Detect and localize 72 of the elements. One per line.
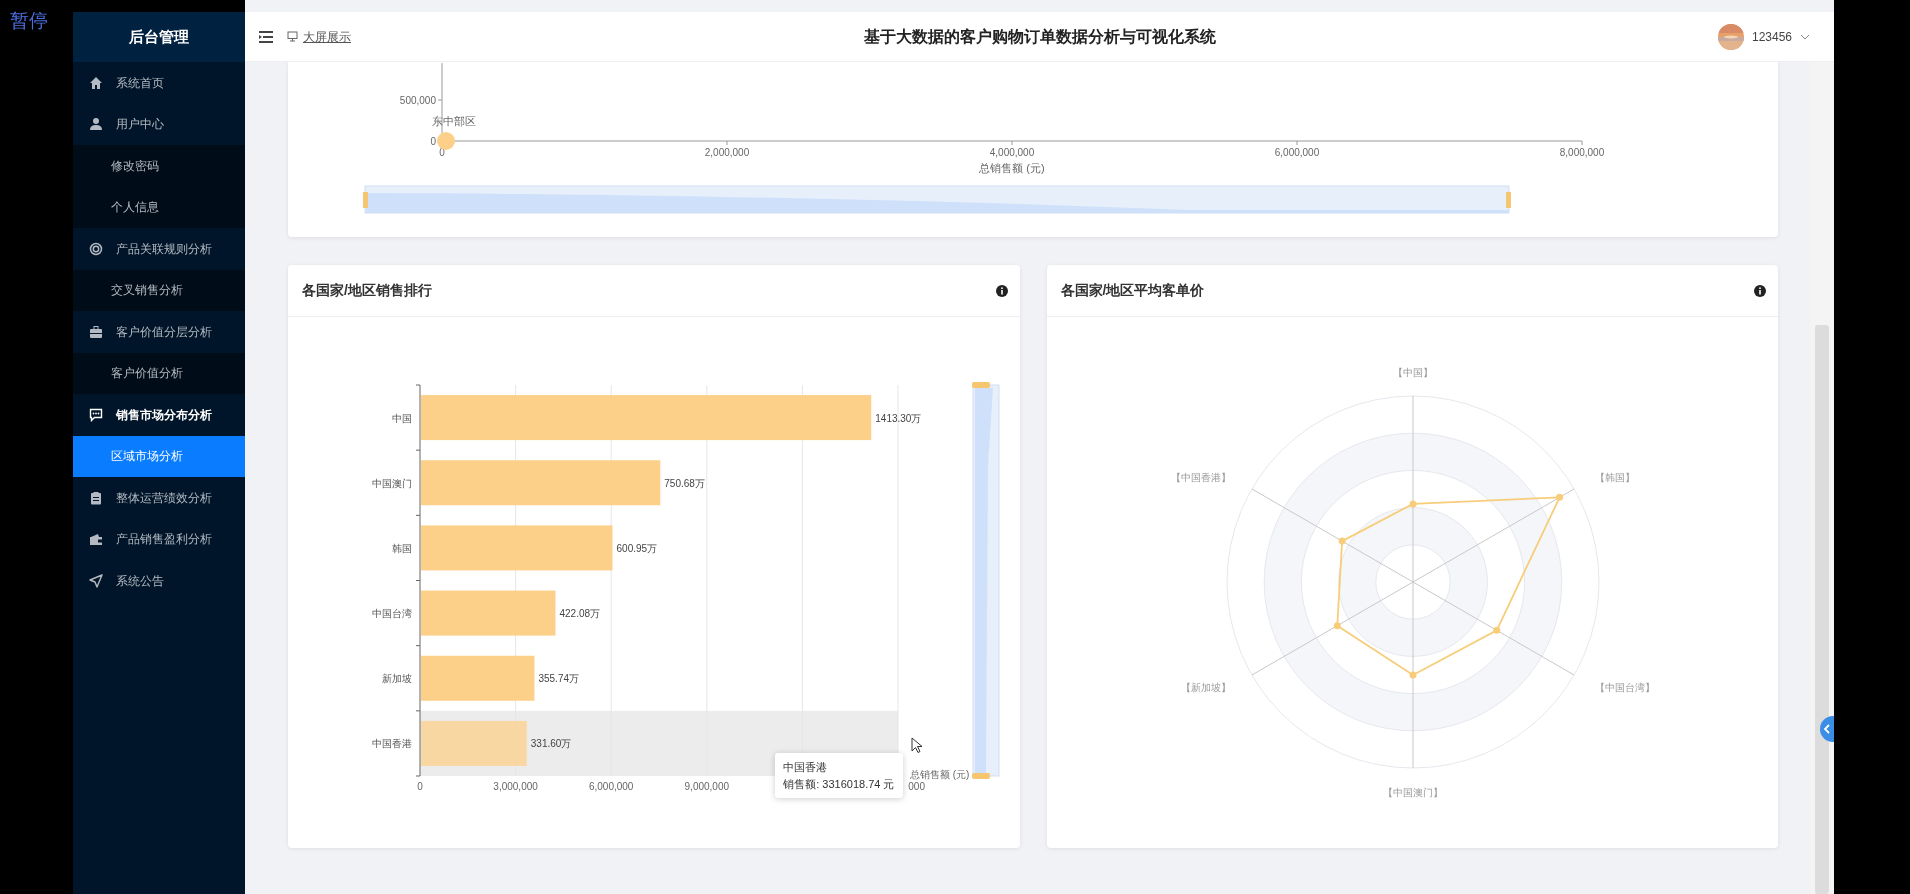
zoom-slider[interactable]	[972, 382, 1000, 779]
axis-label: 6,000,000	[588, 781, 634, 792]
axis-label: 9,000,000	[684, 781, 730, 792]
sidebar-subitem[interactable]: 修改密码	[73, 145, 245, 187]
sidebar-item[interactable]: 客户价值分层分析	[73, 311, 245, 353]
sidebar-item[interactable]: 用户中心	[73, 103, 245, 145]
sidebar-subitem[interactable]: 交叉销售分析	[73, 269, 245, 311]
axis-label: 0	[417, 781, 423, 792]
axis-label: 4,000,000	[989, 147, 1035, 158]
point-label: 东中部区	[432, 115, 476, 127]
category-label: 中国台湾	[372, 608, 412, 620]
screen-link[interactable]: 大屏展示	[287, 27, 351, 46]
sidebar-item[interactable]: 销售市场分布分析	[73, 394, 245, 436]
axis-label: 500,000	[399, 95, 436, 106]
axis-title: 总销售额 (元)	[910, 769, 970, 780]
sidebar-title: 后台管理	[73, 12, 245, 62]
sidebar-subitem[interactable]: 区域市场分析	[73, 435, 245, 477]
sidebar-item[interactable]: 产品关联规则分析	[73, 228, 245, 270]
axis-label: 000	[908, 781, 925, 792]
axis-label: 【中国香港】	[1170, 471, 1231, 483]
category-label: 中国澳门	[372, 477, 412, 489]
user-icon	[89, 117, 103, 132]
category-label: 新加坡	[382, 673, 412, 685]
card-title: 各国家/地区销售排行	[302, 281, 432, 300]
info-icon[interactable]	[995, 284, 1008, 297]
value-label: 422.08万	[559, 608, 601, 620]
category-label: 韩国	[392, 542, 412, 554]
chevron-down-icon[interactable]	[1800, 33, 1810, 40]
ring-icon	[89, 241, 103, 256]
chat-icon	[89, 407, 103, 422]
pause-label: 暂停	[10, 9, 48, 31]
cursor-icon	[911, 737, 923, 754]
clipboard-icon	[89, 490, 103, 505]
value-label: 750.68万	[664, 477, 705, 489]
menu-icon[interactable]	[259, 30, 273, 43]
sidebar-subitem[interactable]: 个人信息	[73, 186, 245, 228]
sidebar-item[interactable]: 整体运营绩效分析	[73, 477, 245, 519]
user-name[interactable]: 123456	[1751, 27, 1792, 46]
tooltip-title: 中国香港	[783, 760, 829, 775]
axis-label: 【中国澳门】	[1382, 787, 1443, 799]
sidebar-subitem[interactable]: 客户价值分析	[73, 352, 245, 394]
axis-label: 2,000,000	[704, 147, 750, 158]
send-icon	[89, 573, 103, 588]
category-label: 中国香港	[372, 738, 412, 750]
value-label: 331.60万	[530, 738, 572, 750]
card-title: 各国家/地区平均客单价	[1060, 281, 1205, 300]
axis-label: 3,000,000	[493, 781, 538, 792]
info-icon[interactable]	[1754, 284, 1766, 297]
wallet-icon	[89, 532, 103, 547]
zoom-slider[interactable]	[363, 185, 1511, 214]
axis-label: 0	[430, 136, 436, 147]
briefcase-icon	[89, 324, 103, 339]
page-title: 基于大数据的客户购物订单数据分析与可视化系统	[863, 26, 1216, 47]
axis-label: 【韩国】	[1594, 471, 1635, 483]
tooltip-value: 销售额: 3316018.74 元	[783, 776, 895, 792]
axis-title: 总销售额 (元)	[979, 162, 1045, 174]
scrollbar[interactable]	[1810, 62, 1834, 894]
monitor-icon	[287, 31, 298, 42]
value-label: 355.74万	[538, 673, 580, 685]
axis-label: 【中国台湾】	[1594, 682, 1655, 694]
sidebar-item[interactable]: 系统公告	[73, 560, 245, 602]
value-label: 600.95万	[616, 542, 658, 554]
data-point	[437, 132, 455, 150]
home-icon	[89, 75, 103, 90]
sidebar-item[interactable]: 产品销售盈利分析	[73, 518, 245, 560]
axis-label: 8,000,000	[1559, 147, 1605, 158]
value-label: 1413.30万	[875, 412, 922, 424]
category-label: 中国	[392, 412, 412, 424]
axis-label: 【新加坡】	[1180, 682, 1231, 694]
sidebar-item[interactable]: 系统首页	[73, 62, 245, 104]
axis-label: 【中国】	[1392, 366, 1433, 378]
axis-label: 6,000,000	[1274, 147, 1320, 158]
